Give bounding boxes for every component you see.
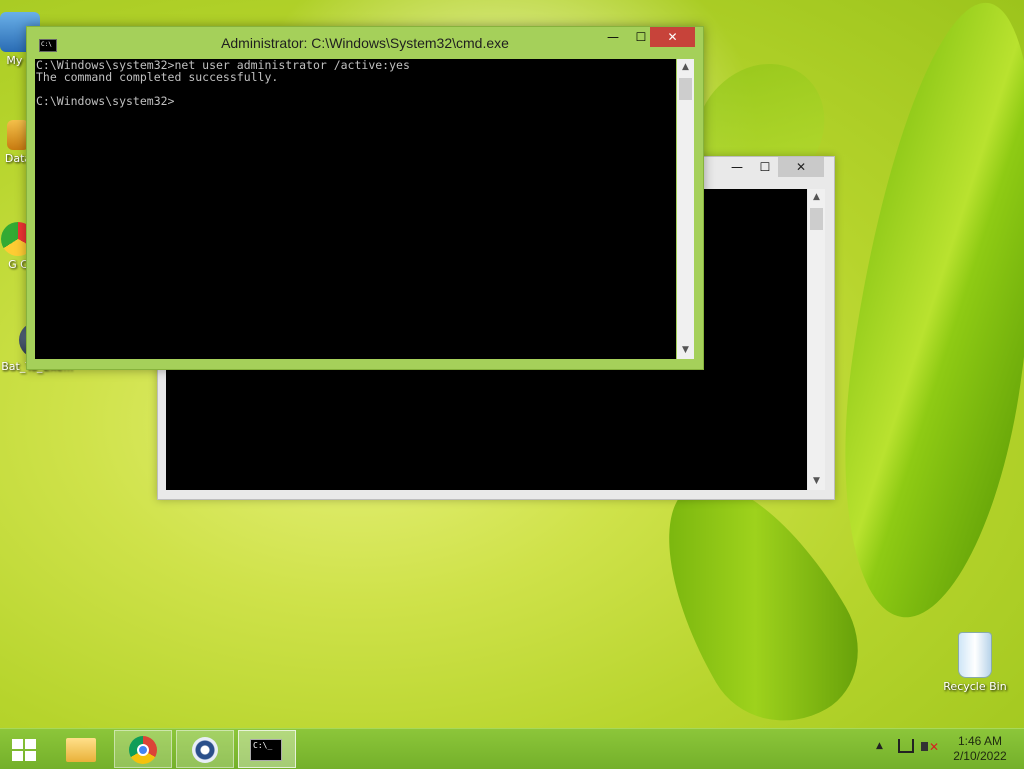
scroll-down-icon[interactable]: ▼ (808, 473, 825, 490)
system-clock[interactable]: 1:46 AM 2/10/2022 (948, 734, 1012, 764)
chrome-icon (129, 736, 157, 764)
desktop-icon-label: Recycle Bin (943, 680, 1007, 693)
taskbar-file-explorer[interactable] (52, 730, 110, 768)
taskbar-settings[interactable] (176, 730, 234, 768)
clock-date: 2/10/2022 (953, 749, 1007, 763)
folder-icon (66, 738, 96, 762)
console-line: The command completed successfully. (36, 70, 279, 84)
desktop-icon-recycle-bin[interactable]: Recycle Bin (935, 632, 1015, 693)
taskbar: C:\_ ▲ ✕ 1:46 AM 2/10/2022 (0, 728, 1024, 769)
scroll-thumb[interactable] (810, 208, 823, 230)
minimize-button[interactable]: — (599, 27, 627, 47)
speaker-icon (921, 742, 928, 751)
wallpaper-leaf (817, 0, 1024, 629)
desktop-icon-label: G C (8, 258, 28, 271)
close-button[interactable]: ✕ (778, 157, 824, 177)
minimize-button[interactable]: — (723, 157, 751, 177)
clock-time: 1:46 AM (957, 734, 1003, 748)
start-button[interactable] (0, 730, 48, 768)
scroll-down-icon[interactable]: ▼ (677, 342, 694, 359)
gear-icon (192, 737, 218, 763)
cmd-icon: C:\_ (250, 739, 282, 761)
console-prompt[interactable]: C:\Windows\system32> (35, 95, 676, 107)
scroll-up-icon[interactable]: ▲ (808, 189, 825, 206)
close-button[interactable]: ✕ (650, 27, 695, 47)
taskbar-command-prompt[interactable]: C:\_ (238, 730, 296, 768)
vertical-scrollbar[interactable]: ▲ ▼ (808, 189, 825, 490)
cmd-window[interactable]: C:\ Administrator: C:\Windows\System32\c… (26, 26, 704, 370)
vertical-scrollbar[interactable]: ▲ ▼ (677, 59, 694, 359)
scroll-thumb[interactable] (679, 78, 692, 100)
windows-logo-icon (12, 739, 36, 761)
console-output[interactable]: C:\Windows\system32>net user administrat… (35, 59, 676, 359)
recycle-bin-icon (958, 632, 992, 678)
mute-mark-icon: ✕ (929, 740, 940, 754)
title-bar[interactable]: C:\ Administrator: C:\Windows\System32\c… (27, 27, 703, 59)
volume-muted-icon[interactable]: ✕ (921, 739, 939, 755)
show-hidden-icons-button[interactable]: ▲ (876, 741, 883, 751)
network-icon[interactable] (898, 739, 914, 753)
maximize-button[interactable]: ☐ (751, 157, 779, 177)
scroll-up-icon[interactable]: ▲ (677, 59, 694, 76)
taskbar-chrome[interactable] (114, 730, 172, 768)
